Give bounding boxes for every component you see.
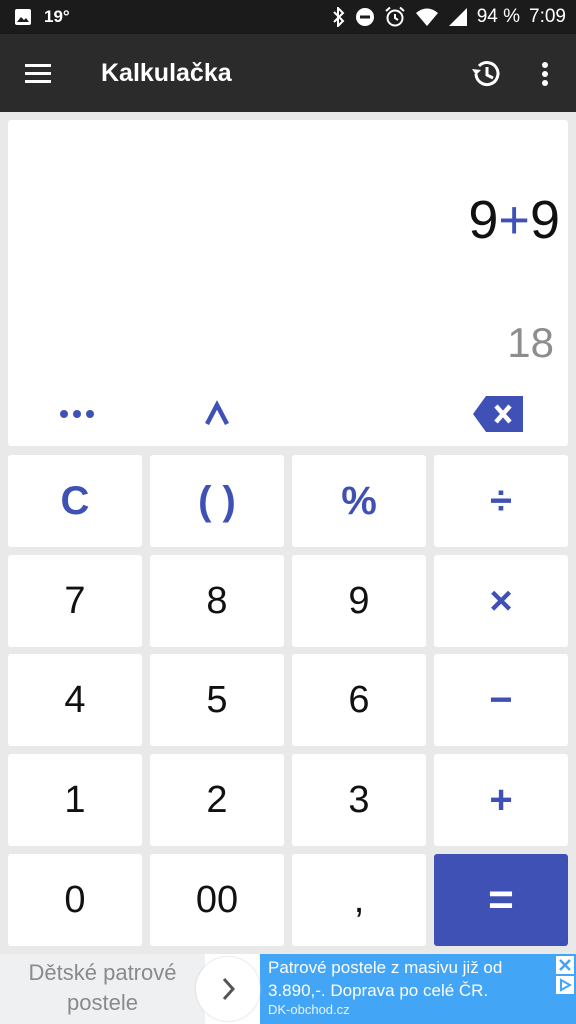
backspace-icon[interactable] [470,394,526,434]
ad-headline[interactable]: Patrové postele z masivu již od 3.890,-.… [268,956,553,1002]
ad-left-text[interactable]: Dětské patrové postele [0,954,205,1024]
parentheses-button[interactable]: ( ) [150,455,284,547]
decimal-comma-button[interactable]: , [292,854,426,946]
equals-button[interactable]: = [434,854,568,946]
digit-0-button[interactable]: 0 [8,854,142,946]
digit-4-button[interactable]: 4 [8,654,142,746]
digit-9-button[interactable]: 9 [292,555,426,647]
digit-8-button[interactable]: 8 [150,555,284,647]
clock: 7:09 [529,6,566,27]
app-title: Kalkulačka [101,59,232,87]
percent-button[interactable]: % [292,455,426,547]
more-options-icon[interactable] [530,56,560,92]
ad-choices-icon[interactable] [556,976,574,994]
app-bar: Kalkulačka [0,34,576,112]
history-icon[interactable] [468,56,504,92]
expression: 9+9 [468,190,560,250]
do-not-disturb-icon [355,7,375,27]
expression-operand-left: 9 [468,190,499,250]
ad-right-panel[interactable]: Patrové postele z masivu již od 3.890,-.… [260,954,576,1024]
digit-6-button[interactable]: 6 [292,654,426,746]
battery-level: 94 % [476,6,521,27]
digit-7-button[interactable]: 7 [8,555,142,647]
image-icon [14,8,32,26]
divide-button[interactable]: ÷ [434,455,568,547]
alarm-icon [384,6,406,28]
close-icon[interactable] [556,956,574,974]
plus-button[interactable]: + [434,754,568,846]
expression-operand-right: 9 [529,190,560,250]
signal-icon [448,7,468,27]
more-functions-icon[interactable] [56,402,100,426]
clear-button[interactable]: C [8,455,142,547]
digit-2-button[interactable]: 2 [150,754,284,846]
digit-1-button[interactable]: 1 [8,754,142,846]
double-zero-button[interactable]: 00 [150,854,284,946]
ad-domain[interactable]: DK-obchod.cz [268,1002,350,1017]
power-icon[interactable] [200,398,234,428]
wifi-icon [415,7,439,27]
result-preview: 18 [507,319,554,366]
multiply-button[interactable]: × [434,555,568,647]
temperature: 19° [44,7,70,26]
bluetooth-icon [332,7,346,27]
status-bar: 19° 94 % 7:09 [0,0,576,34]
menu-icon[interactable] [22,57,56,91]
digit-3-button[interactable]: 3 [292,754,426,846]
ad-banner[interactable]: Dětské patrové postele Patrové postele z… [0,954,576,1024]
expression-operator: + [498,190,530,250]
digit-5-button[interactable]: 5 [150,654,284,746]
chevron-right-icon[interactable] [196,957,260,1021]
minus-button[interactable]: − [434,654,568,746]
